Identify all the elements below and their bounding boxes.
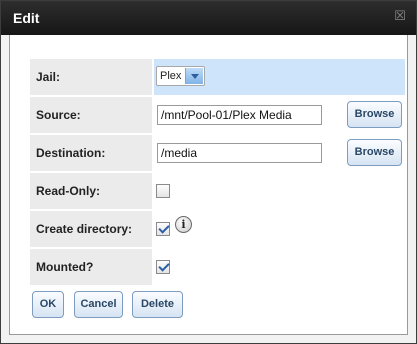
delete-button[interactable]: Delete xyxy=(132,291,183,318)
mounted-value-cell xyxy=(154,249,405,285)
source-label: Source: xyxy=(30,97,152,133)
read-only-checkbox[interactable] xyxy=(156,184,170,198)
create-directory-value-cell: i xyxy=(154,211,405,247)
dialog-body: Jail: Plex Source: Browse Destination: B… xyxy=(9,35,408,335)
destination-browse-button[interactable]: Browse xyxy=(347,139,402,166)
edit-dialog: Edit ☒ Jail: Plex Source: Browse Destina… xyxy=(0,0,417,344)
jail-row: Jail: Plex xyxy=(30,59,405,95)
source-browse-button[interactable]: Browse xyxy=(347,101,402,128)
chevron-down-icon[interactable] xyxy=(185,68,203,84)
cancel-button[interactable]: Cancel xyxy=(74,291,123,318)
destination-row: Destination: Browse xyxy=(30,135,405,171)
destination-input[interactable] xyxy=(157,143,322,163)
jail-label: Jail: xyxy=(30,59,152,95)
destination-value-cell: Browse xyxy=(154,135,405,171)
jail-value-cell: Plex xyxy=(154,59,405,95)
read-only-row: Read-Only: xyxy=(30,173,405,209)
dialog-title: Edit xyxy=(13,10,40,26)
ok-button[interactable]: OK xyxy=(32,291,64,318)
dialog-titlebar: Edit ☒ xyxy=(1,1,416,35)
create-directory-label: Create directory: xyxy=(30,211,152,247)
jail-select-value: Plex xyxy=(160,70,182,82)
read-only-label: Read-Only: xyxy=(30,173,152,209)
source-row: Source: Browse xyxy=(30,97,405,133)
jail-select[interactable]: Plex xyxy=(156,66,205,86)
read-only-value-cell xyxy=(154,173,405,209)
close-icon[interactable]: ☒ xyxy=(394,9,406,22)
mounted-label: Mounted? xyxy=(30,249,152,285)
mounted-checkbox[interactable] xyxy=(156,260,170,274)
source-input[interactable] xyxy=(157,105,322,125)
destination-label: Destination: xyxy=(30,135,152,171)
info-icon[interactable]: i xyxy=(175,216,192,233)
create-directory-row: Create directory: i xyxy=(30,211,405,247)
create-directory-checkbox[interactable] xyxy=(156,222,170,236)
source-value-cell: Browse xyxy=(154,97,405,133)
mounted-row: Mounted? xyxy=(30,249,405,285)
